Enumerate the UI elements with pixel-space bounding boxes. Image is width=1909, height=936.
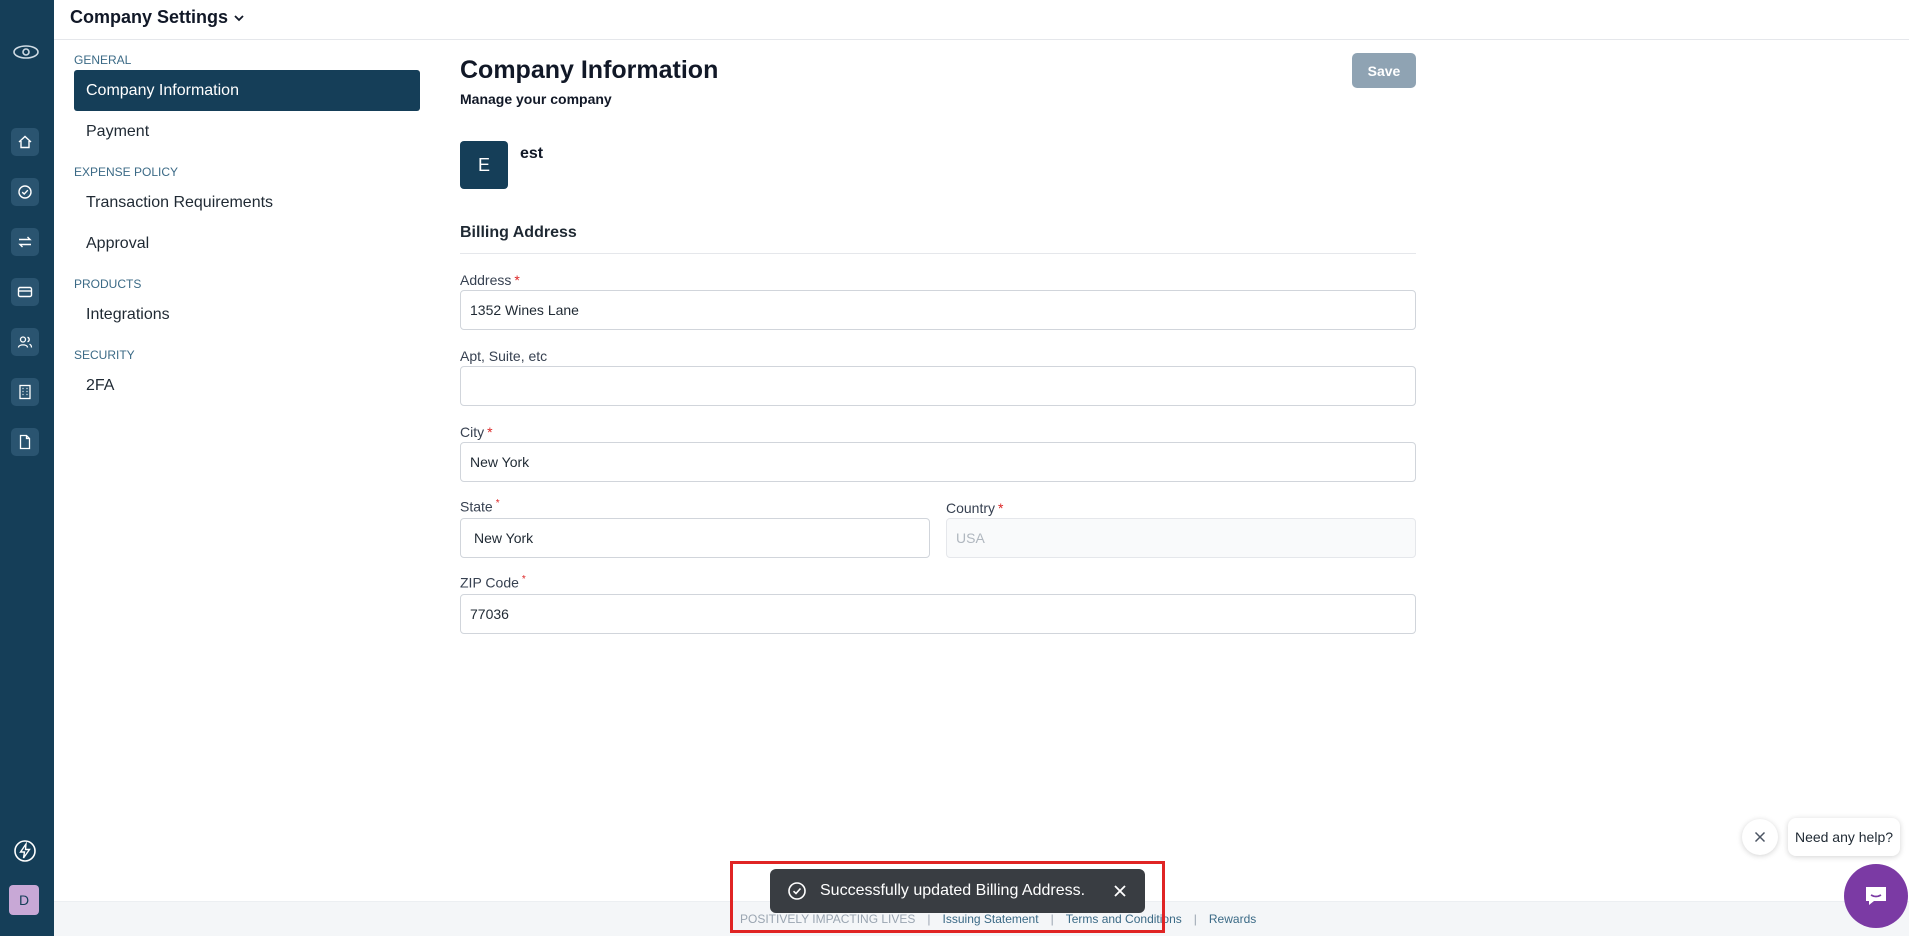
chat-icon	[1866, 887, 1886, 905]
credit-card-icon[interactable]	[11, 278, 39, 306]
lightning-circle-icon[interactable]	[11, 837, 39, 865]
sidebar-item-payment[interactable]: Payment	[74, 111, 420, 152]
avatar[interactable]: D	[9, 885, 39, 915]
page-title: Company Settings	[70, 7, 229, 27]
sidebar-item-company-information[interactable]: Company Information	[74, 70, 420, 111]
transfer-arrows-icon[interactable]	[11, 228, 39, 256]
eye-logo-icon[interactable]	[12, 42, 40, 62]
state-field[interactable]: New York	[460, 518, 930, 558]
highlight-box	[730, 861, 1165, 933]
address-field[interactable]: 1352 Wines Lane	[460, 290, 1416, 330]
sidebar-group-security: SECURITY	[74, 348, 135, 362]
footer-link-rewards[interactable]: Rewards	[1209, 912, 1256, 926]
sidebar-group-general: GENERAL	[74, 53, 132, 67]
chevron-down-icon	[234, 14, 244, 21]
state-label: State *	[460, 498, 500, 515]
city-label: City *	[460, 424, 493, 440]
building-icon[interactable]	[11, 378, 39, 406]
help-close-button[interactable]	[1742, 819, 1778, 855]
address-label: Address *	[460, 272, 520, 288]
sidebar-group-products: PRODUCTS	[74, 277, 142, 291]
sidebar-item-transaction-requirements[interactable]: Transaction Requirements	[74, 182, 420, 223]
close-icon	[1754, 831, 1766, 843]
users-icon[interactable]	[11, 328, 39, 356]
zip-label: ZIP Code *	[460, 574, 526, 591]
sidebar-item-approval[interactable]: Approval	[74, 223, 420, 264]
company-avatar[interactable]: E	[460, 141, 508, 189]
divider	[460, 253, 1416, 254]
help-bubble[interactable]: Need any help?	[1788, 818, 1900, 856]
chat-button[interactable]	[1844, 864, 1908, 928]
company-name: est	[520, 145, 544, 162]
country-label: Country *	[946, 500, 1004, 516]
page-switcher[interactable]: Company Settings	[70, 7, 246, 28]
app-rail: D	[0, 0, 54, 936]
section-heading: Company Information	[460, 56, 719, 84]
section-subtitle: Manage your company	[460, 91, 612, 107]
city-field[interactable]: New York	[460, 442, 1416, 482]
country-field: USA	[946, 518, 1416, 558]
save-button[interactable]: Save	[1352, 53, 1416, 88]
sidebar-item-2fa[interactable]: 2FA	[74, 365, 420, 406]
top-header: Company Settings	[54, 0, 1909, 40]
billing-address-title: Billing Address	[460, 224, 577, 241]
sidebar-item-integrations[interactable]: Integrations	[74, 294, 420, 335]
document-icon[interactable]	[11, 428, 39, 456]
apt-label: Apt, Suite, etc	[460, 348, 548, 364]
zip-field[interactable]: 77036	[460, 594, 1416, 634]
home-icon[interactable]	[11, 128, 39, 156]
settings-sidebar: GENERAL Company Information Payment EXPE…	[74, 40, 420, 406]
check-circle-icon[interactable]	[11, 178, 39, 206]
apt-field[interactable]	[460, 366, 1416, 406]
sidebar-group-expense-policy: EXPENSE POLICY	[74, 165, 179, 179]
footer-separator: |	[1193, 912, 1197, 926]
